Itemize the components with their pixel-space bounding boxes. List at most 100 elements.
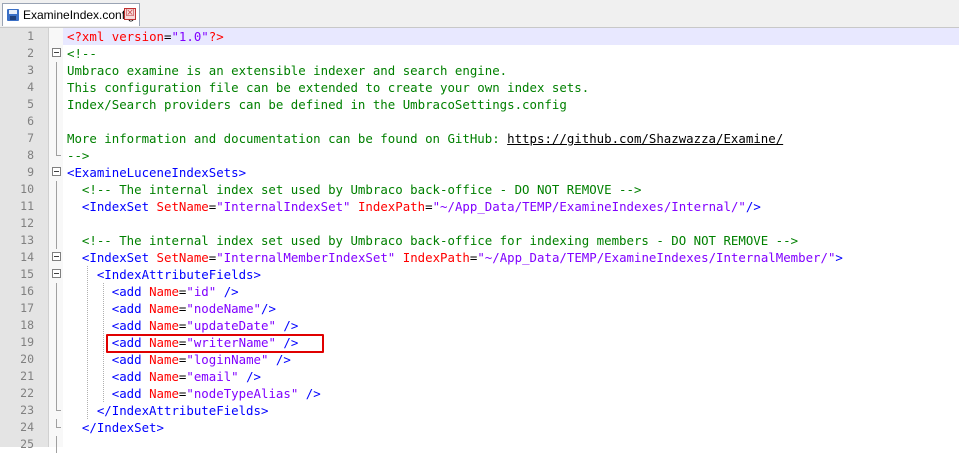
token-comment: <!--	[67, 46, 97, 61]
code-line[interactable]: 18 <add Name="updateDate" />	[0, 317, 959, 334]
line-number: 15	[20, 267, 34, 281]
line-number: 17	[20, 301, 34, 315]
code-text: <!-- The internal index set used by Umbr…	[63, 181, 959, 198]
code-line[interactable]: 3 Umbraco examine is an extensible indexe…	[0, 62, 959, 79]
fold-line-icon	[52, 368, 62, 385]
fold-toggle-icon[interactable]	[52, 266, 62, 283]
line-number: 12	[20, 216, 34, 230]
indent-guide	[87, 266, 88, 419]
code-line[interactable]: 5 Index/Search providers can be defined i…	[0, 96, 959, 113]
fold-line-icon	[52, 300, 62, 317]
token-comment: Umbraco examine is an extensible indexer…	[67, 63, 508, 78]
code-text: Umbraco examine is an extensible indexer…	[63, 62, 959, 79]
token-tag: />	[246, 369, 261, 384]
token-attr: IndexPath	[402, 250, 470, 265]
token-tag: <IndexSet	[81, 199, 157, 214]
line-number: 16	[20, 284, 34, 298]
line-number: 18	[20, 318, 34, 332]
code-line[interactable]: 4 This configuration file can be extended…	[0, 79, 959, 96]
token-tag: />	[261, 301, 276, 316]
token-comment: This configuration file can be extended …	[67, 80, 590, 95]
fold-line-icon	[52, 232, 62, 249]
fold-toggle-icon[interactable]	[52, 164, 62, 181]
code-text: <!--	[63, 45, 959, 62]
line-number: 14	[20, 250, 34, 264]
token-comment: More information and documentation can b…	[67, 131, 508, 146]
token-comment: <!-- The internal index set used by Umbr…	[81, 182, 642, 197]
token-tag: <add	[111, 386, 150, 401]
code-line[interactable]: 21 <add Name="email" />	[0, 368, 959, 385]
code-line[interactable]: 1 <?xml version="1.0"?>	[0, 28, 959, 45]
code-text: Index/Search providers can be defined in…	[63, 96, 959, 113]
code-line[interactable]: 24 </IndexSet>	[0, 419, 959, 436]
close-icon[interactable]: ☒	[124, 8, 136, 20]
token-tag: />	[223, 284, 239, 299]
code-line[interactable]: 11 <IndexSet SetName = "InternalIndexSet" …	[0, 198, 959, 215]
code-text: <IndexAttributeFields>	[63, 266, 959, 283]
fold-line-icon	[52, 402, 62, 419]
line-number: 10	[20, 182, 34, 196]
token-attr: SetName	[156, 250, 209, 265]
code-line[interactable]: 16 <add Name="id" />	[0, 283, 959, 300]
token-tag: <add	[111, 318, 150, 333]
fold-line-icon	[52, 351, 62, 368]
line-number: 23	[20, 403, 34, 417]
code-line[interactable]: 13 <!-- The internal index set used by U…	[0, 232, 959, 249]
fold-toggle-icon[interactable]	[52, 249, 62, 266]
code-line[interactable]: 7 More information and documentation can …	[0, 130, 959, 147]
tab-examineindex-config[interactable]: ExamineIndex.config ☒	[2, 3, 140, 26]
token-attr: version	[111, 29, 164, 44]
line-number: 4	[27, 80, 34, 94]
token-link[interactable]: https://github.com/Shazwazza/Examine/	[507, 131, 783, 146]
code-line[interactable]: 6	[0, 113, 959, 130]
fold-line-icon	[52, 130, 62, 147]
token-attr: Name	[149, 352, 179, 367]
code-line[interactable]: 9 <ExamineLuceneIndexSets>	[0, 164, 959, 181]
line-number: 1	[27, 29, 34, 43]
code-line[interactable]: 25	[0, 436, 959, 453]
code-line[interactable]: 12	[0, 215, 959, 232]
fold-line-icon	[52, 62, 62, 79]
code-line[interactable]: 10 <!-- The internal index set used by U…	[0, 181, 959, 198]
code-text: <add Name="email" />	[63, 368, 959, 385]
token-tag: />	[283, 318, 299, 333]
token-tag: <add	[111, 284, 150, 299]
tab-bar: ExamineIndex.config ☒	[0, 0, 959, 28]
fold-line-icon	[52, 198, 62, 215]
save-disk-icon	[7, 9, 19, 21]
fold-toggle-icon[interactable]	[52, 45, 62, 62]
line-number: 8	[27, 148, 34, 162]
code-editor[interactable]: 1 <?xml version="1.0"?> 2 <!-- 3 Umbraco exam…	[0, 28, 959, 453]
token-comment: -->	[67, 148, 90, 163]
code-line[interactable]: 8 -->	[0, 147, 959, 164]
code-text: <add Name="nodeName"/>	[63, 300, 959, 317]
fold-line-icon	[52, 181, 62, 198]
highlight-box-writername	[106, 334, 324, 353]
code-line[interactable]: 2 <!--	[0, 45, 959, 62]
line-number: 7	[27, 131, 34, 145]
fold-line-icon	[52, 113, 62, 130]
token-tag: </IndexAttributeFields>	[96, 403, 269, 418]
code-line[interactable]: 23 </IndexAttributeFields>	[0, 402, 959, 419]
code-line[interactable]: 15 <IndexAttributeFields>	[0, 266, 959, 283]
line-number: 6	[27, 114, 34, 128]
token-tag: <add	[111, 369, 150, 384]
code-line[interactable]: 22 <add Name="nodeTypeAlias" />	[0, 385, 959, 402]
line-number: 3	[27, 63, 34, 77]
code-text: </IndexSet>	[63, 419, 959, 436]
code-line[interactable]: 20 <add Name="loginName" />	[0, 351, 959, 368]
code-line[interactable]: 17 <add Name="nodeName"/>	[0, 300, 959, 317]
token-txt: =	[425, 199, 433, 214]
code-line[interactable]: 14 <IndexSet SetName="InternalMemberInde…	[0, 249, 959, 266]
token-attr: Name	[149, 284, 179, 299]
token-tag: <add	[111, 301, 150, 316]
